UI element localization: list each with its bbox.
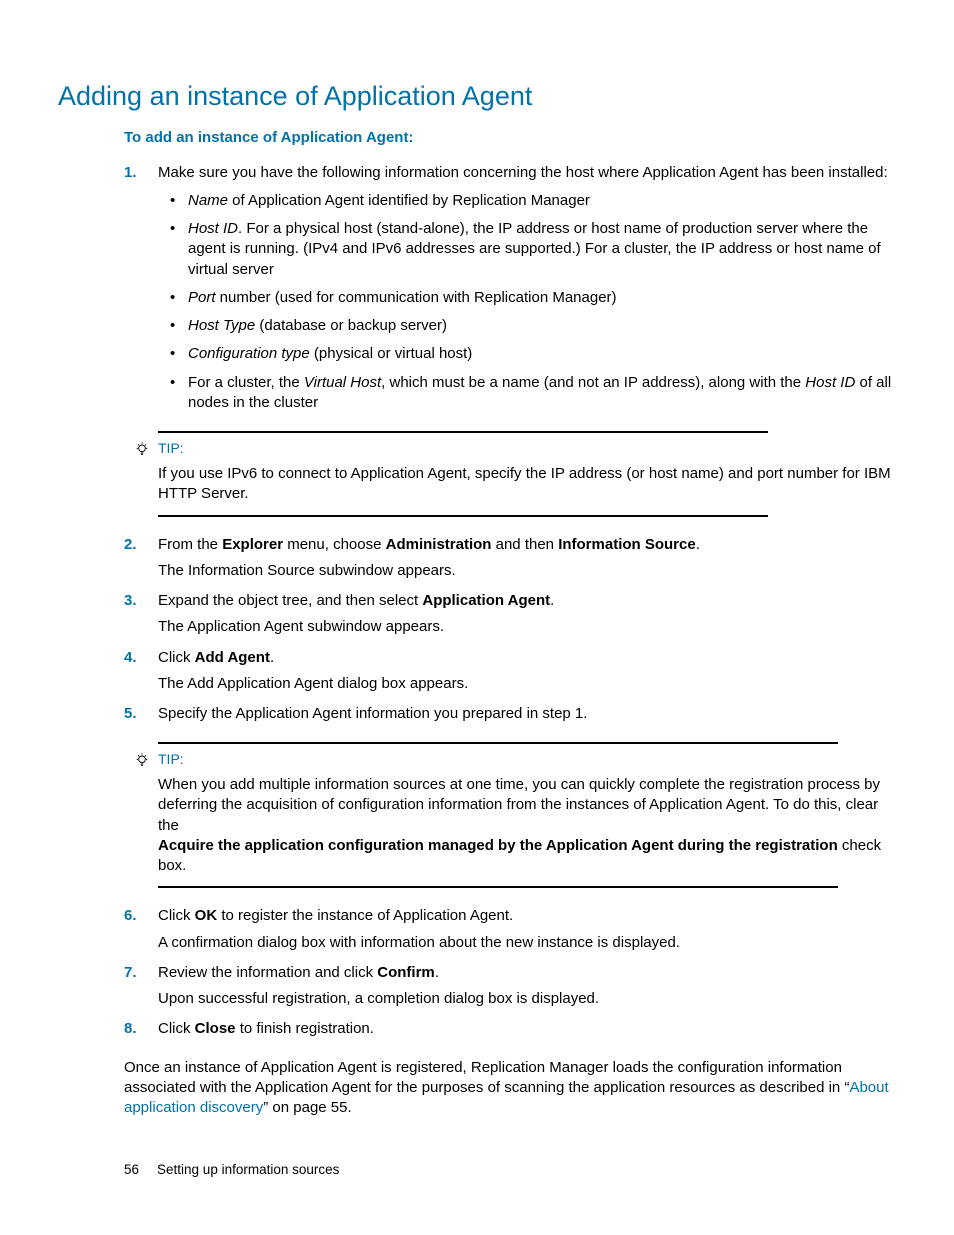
- page-title: Adding an instance of Application Agent: [58, 78, 894, 114]
- tip-label: TIP:: [158, 750, 184, 769]
- footer-section: Setting up information sources: [157, 1162, 339, 1177]
- bullet-item: Configuration type (physical or virtual …: [158, 344, 894, 364]
- lightbulb-icon: [134, 441, 150, 457]
- bullet-item: For a cluster, the Virtual Host, which m…: [158, 373, 894, 414]
- page-number: 56: [124, 1162, 139, 1177]
- step-text: Make sure you have the following informa…: [158, 163, 894, 183]
- closing-paragraph: Once an instance of Application Agent is…: [124, 1058, 894, 1119]
- step-text: Review the information and click Confirm…: [158, 963, 894, 983]
- tip-block: TIP: When you add multiple information s…: [158, 742, 894, 888]
- step-follow: The Information Source subwindow appears…: [158, 561, 894, 581]
- page-footer: 56 Setting up information sources: [124, 1161, 339, 1179]
- lightbulb-icon: [134, 752, 150, 768]
- step-4: 4. Click Add Agent. The Add Application …: [124, 648, 894, 695]
- step-number: 4.: [124, 648, 137, 668]
- step-number: 5.: [124, 704, 137, 724]
- step-text: From the Explorer menu, choose Administr…: [158, 535, 894, 555]
- step-text: Click OK to register the instance of App…: [158, 906, 894, 926]
- step-follow: The Add Application Agent dialog box app…: [158, 674, 894, 694]
- step-number: 2.: [124, 535, 137, 555]
- step-text: Click Add Agent.: [158, 648, 894, 668]
- tip-body: If you use IPv6 to connect to Applicatio…: [158, 464, 894, 505]
- step-text: Expand the object tree, and then select …: [158, 591, 894, 611]
- bullet-item: Host ID. For a physical host (stand-alon…: [158, 219, 894, 280]
- step-number: 7.: [124, 963, 137, 983]
- bullet-item: Port number (used for communication with…: [158, 288, 894, 308]
- tip-body: When you add multiple information source…: [158, 775, 894, 876]
- step-6: 6. Click OK to register the instance of …: [124, 906, 894, 953]
- step-8: 8. Click Close to finish registration.: [124, 1019, 894, 1039]
- step-number: 6.: [124, 906, 137, 926]
- step-number: 3.: [124, 591, 137, 611]
- step-follow: A confirmation dialog box with informati…: [158, 933, 894, 953]
- tip-block: TIP: If you use IPv6 to connect to Appli…: [158, 431, 894, 516]
- step-text: Specify the Application Agent informatio…: [158, 704, 894, 724]
- step-number: 8.: [124, 1019, 137, 1039]
- step-text: Click Close to finish registration.: [158, 1019, 894, 1039]
- procedure-heading: To add an instance of Application Agent:: [124, 128, 894, 148]
- tip-label: TIP:: [158, 439, 184, 458]
- step-7: 7. Review the information and click Conf…: [124, 963, 894, 1010]
- bullet-item: Name of Application Agent identified by …: [158, 191, 894, 211]
- step-2: 2. From the Explorer menu, choose Admini…: [124, 535, 894, 582]
- step-follow: Upon successful registration, a completi…: [158, 989, 894, 1009]
- step-5: 5. Specify the Application Agent informa…: [124, 704, 894, 724]
- step-1: 1. Make sure you have the following info…: [124, 163, 894, 414]
- step-3: 3. Expand the object tree, and then sele…: [124, 591, 894, 638]
- step-follow: The Application Agent subwindow appears.: [158, 617, 894, 637]
- bullet-item: Host Type (database or backup server): [158, 316, 894, 336]
- step-number: 1.: [124, 163, 137, 183]
